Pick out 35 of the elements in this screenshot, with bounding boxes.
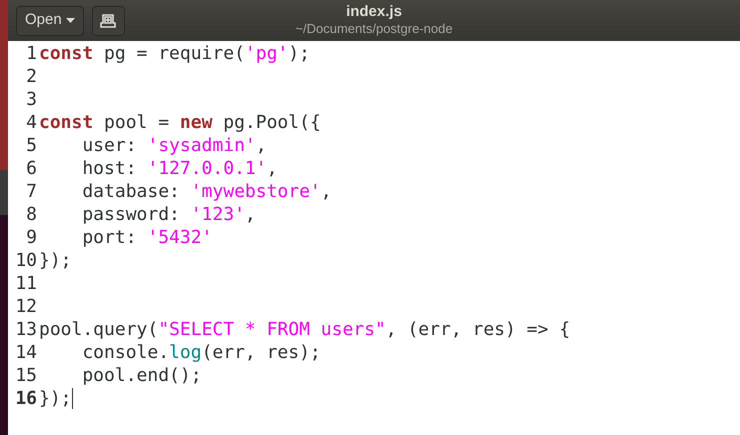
line-number: 10 [14, 249, 37, 272]
code-line: user: 'sysadmin', [81, 134, 267, 157]
code-line: pool.query("SELECT * FROM users", (err, res) => { [39, 318, 570, 341]
new-document-icon [100, 14, 116, 28]
code-line: host: '127.0.0.1', [81, 157, 278, 180]
code-line: database: 'mywebstore', [81, 180, 332, 203]
code-line: const pool = new pg.Pool({ [39, 111, 321, 134]
line-number: 4 [25, 111, 37, 134]
code-line: pool.end(); [81, 364, 202, 387]
caret-icon [66, 18, 75, 23]
code-line: port: '5432' [81, 226, 212, 249]
new-tab-button[interactable] [92, 6, 125, 36]
open-button[interactable]: Open [16, 6, 84, 36]
code-line: password: '123', [81, 203, 256, 226]
line-number: 14 [14, 341, 37, 364]
file-path: ~/Documents/postgre-node [295, 21, 453, 37]
code-line: console.log(err, res); [81, 341, 321, 364]
line-number: 8 [25, 203, 37, 226]
line-number: 3 [25, 88, 37, 111]
line-number: 12 [14, 295, 37, 318]
code-line: const pg = require('pg'); [39, 42, 310, 65]
code-line: }); [39, 249, 72, 272]
line-number: 15 [14, 364, 37, 387]
line-number: 7 [25, 180, 37, 203]
window-title: index.js [346, 3, 402, 21]
line-number: 1 [25, 42, 37, 65]
line-number: 5 [25, 134, 37, 157]
line-number: 6 [25, 157, 37, 180]
line-number: 2 [25, 65, 37, 88]
line-number: 11 [14, 272, 37, 295]
code-line: }); [39, 387, 72, 410]
text-cursor [72, 388, 73, 409]
line-number: 9 [25, 226, 37, 249]
line-number: 13 [14, 318, 37, 341]
line-number: 16 [14, 387, 37, 410]
